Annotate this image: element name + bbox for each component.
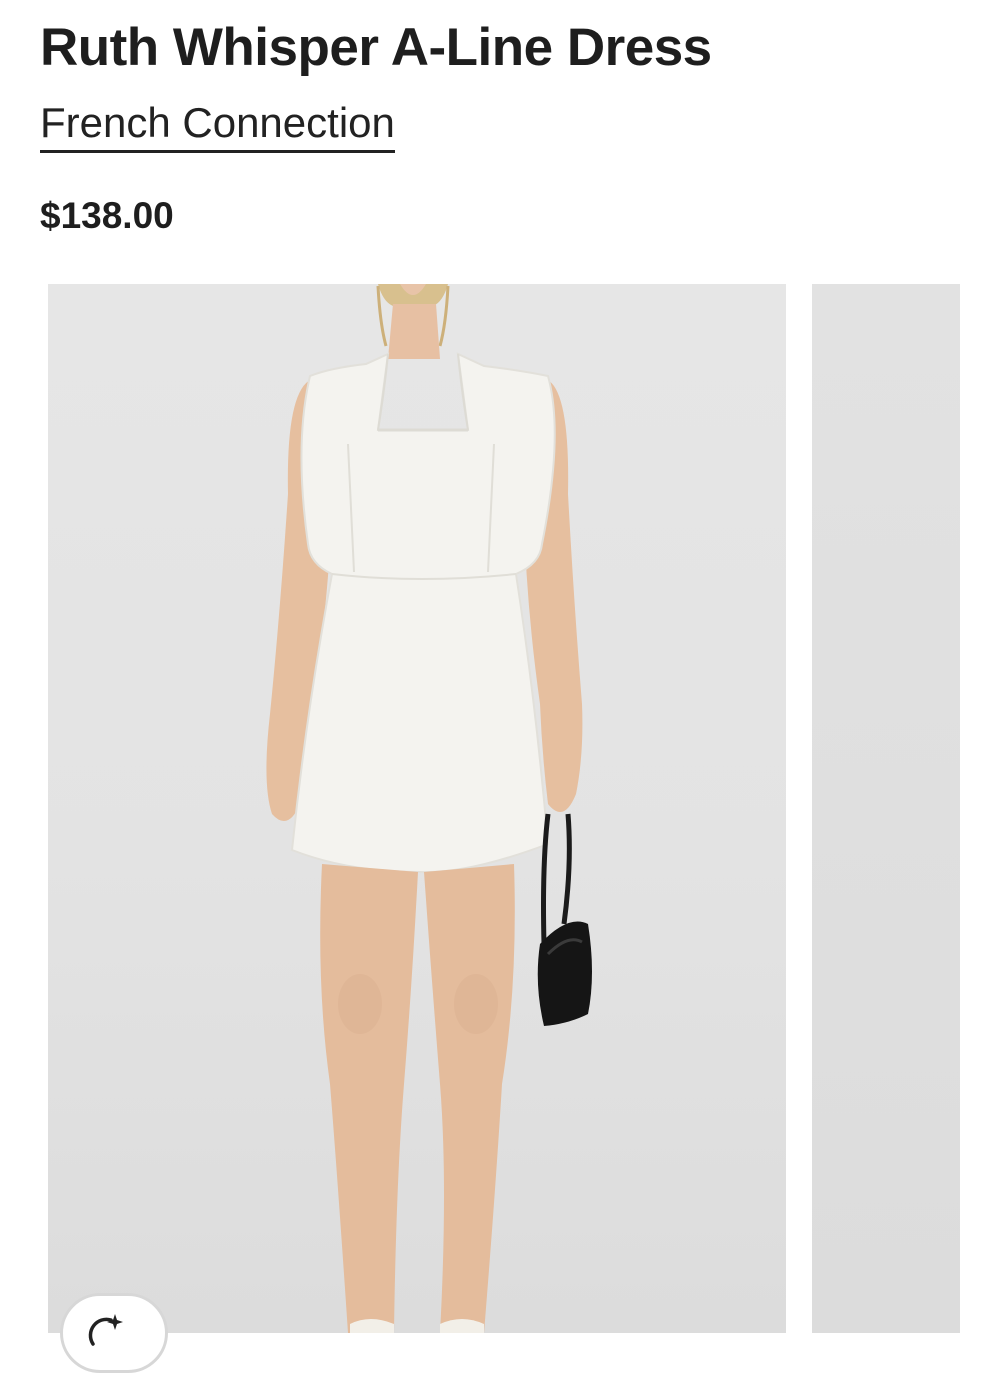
neck-shape: [388, 304, 440, 359]
product-price: $138.00: [40, 195, 174, 236]
left-leg-shape: [320, 864, 418, 1333]
product-image-main[interactable]: [48, 284, 786, 1333]
right-leg-shape: [424, 864, 515, 1333]
brand-link[interactable]: French Connection: [40, 96, 395, 153]
gallery-divider: [786, 284, 812, 1333]
product-image-gallery[interactable]: [0, 284, 1000, 1333]
sparkle-refresh-icon: [88, 1314, 123, 1346]
ai-assistant-button[interactable]: [60, 1293, 168, 1373]
product-image-next[interactable]: [812, 284, 960, 1333]
dress-shape: [290, 352, 556, 874]
model-photo-illustration: [266, 284, 592, 1333]
product-title: Ruth Whisper A-Line Dress: [40, 18, 712, 77]
